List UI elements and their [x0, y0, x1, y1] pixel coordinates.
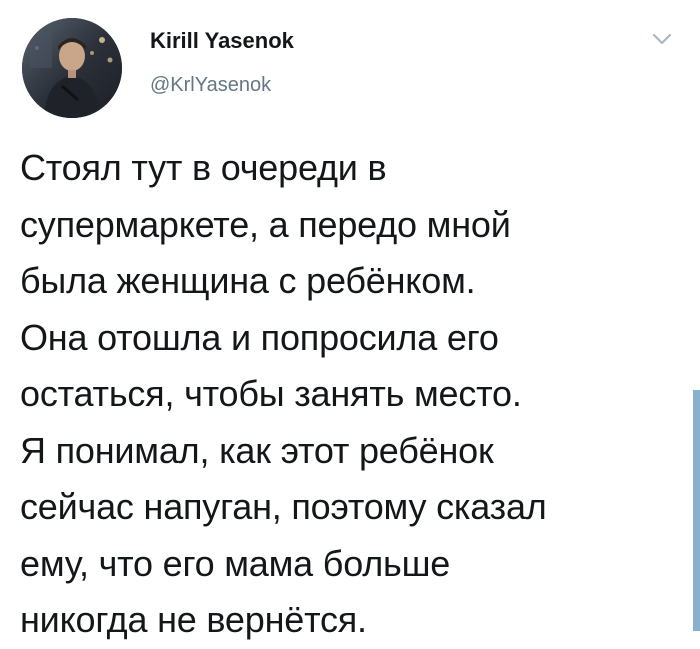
tweet-text: Стоял тут в очереди в супермаркете, а пе… [20, 147, 547, 640]
author-display-name[interactable]: Kirill Yasenok [150, 28, 294, 54]
avatar[interactable] [22, 18, 122, 118]
chevron-down-icon[interactable] [650, 30, 674, 48]
tweet-card: Kirill Yasenok @KrlYasenok Стоял тут в о… [0, 0, 700, 640]
author-handle[interactable]: @KrlYasenok [150, 74, 271, 97]
user-avatar-icon [22, 18, 122, 118]
scrollbar[interactable] [693, 390, 700, 631]
